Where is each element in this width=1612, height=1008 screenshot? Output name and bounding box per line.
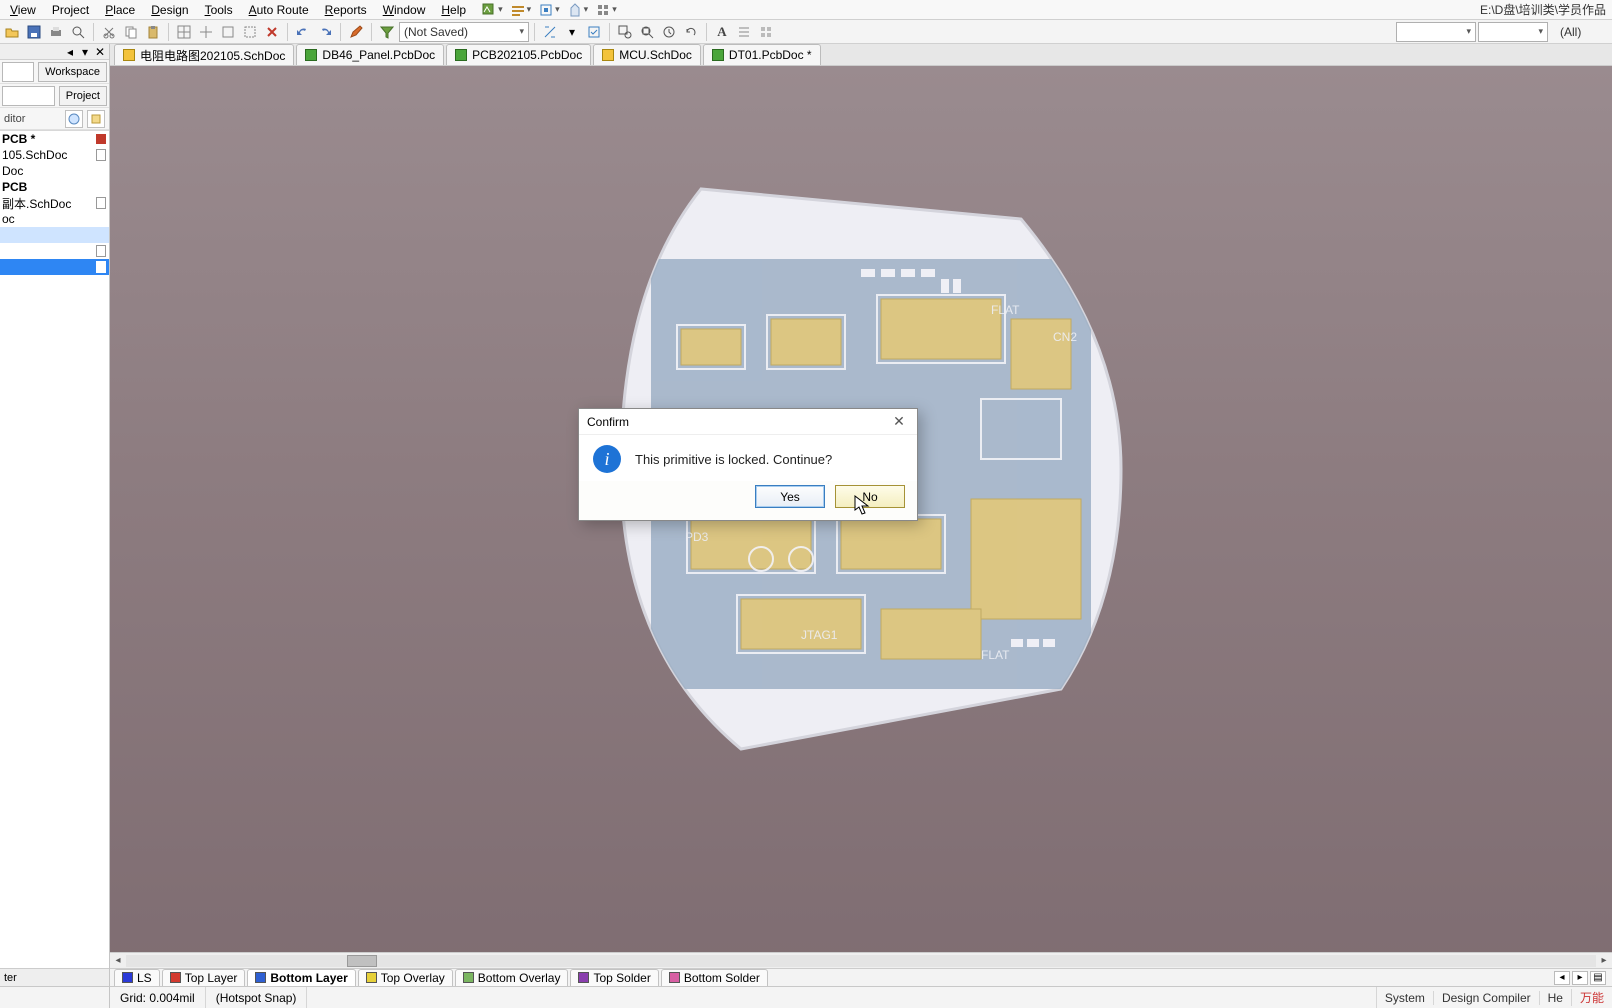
close-icon[interactable]: ✕ [889, 412, 909, 432]
modal-overlay: Confirm ✕ i This primitive is locked. Co… [0, 0, 1612, 1008]
no-button[interactable]: No [835, 485, 905, 508]
info-icon: i [593, 445, 621, 473]
confirm-dialog: Confirm ✕ i This primitive is locked. Co… [578, 408, 918, 521]
dialog-title: Confirm [587, 415, 629, 429]
dialog-message: This primitive is locked. Continue? [635, 452, 832, 467]
yes-button[interactable]: Yes [755, 485, 825, 508]
